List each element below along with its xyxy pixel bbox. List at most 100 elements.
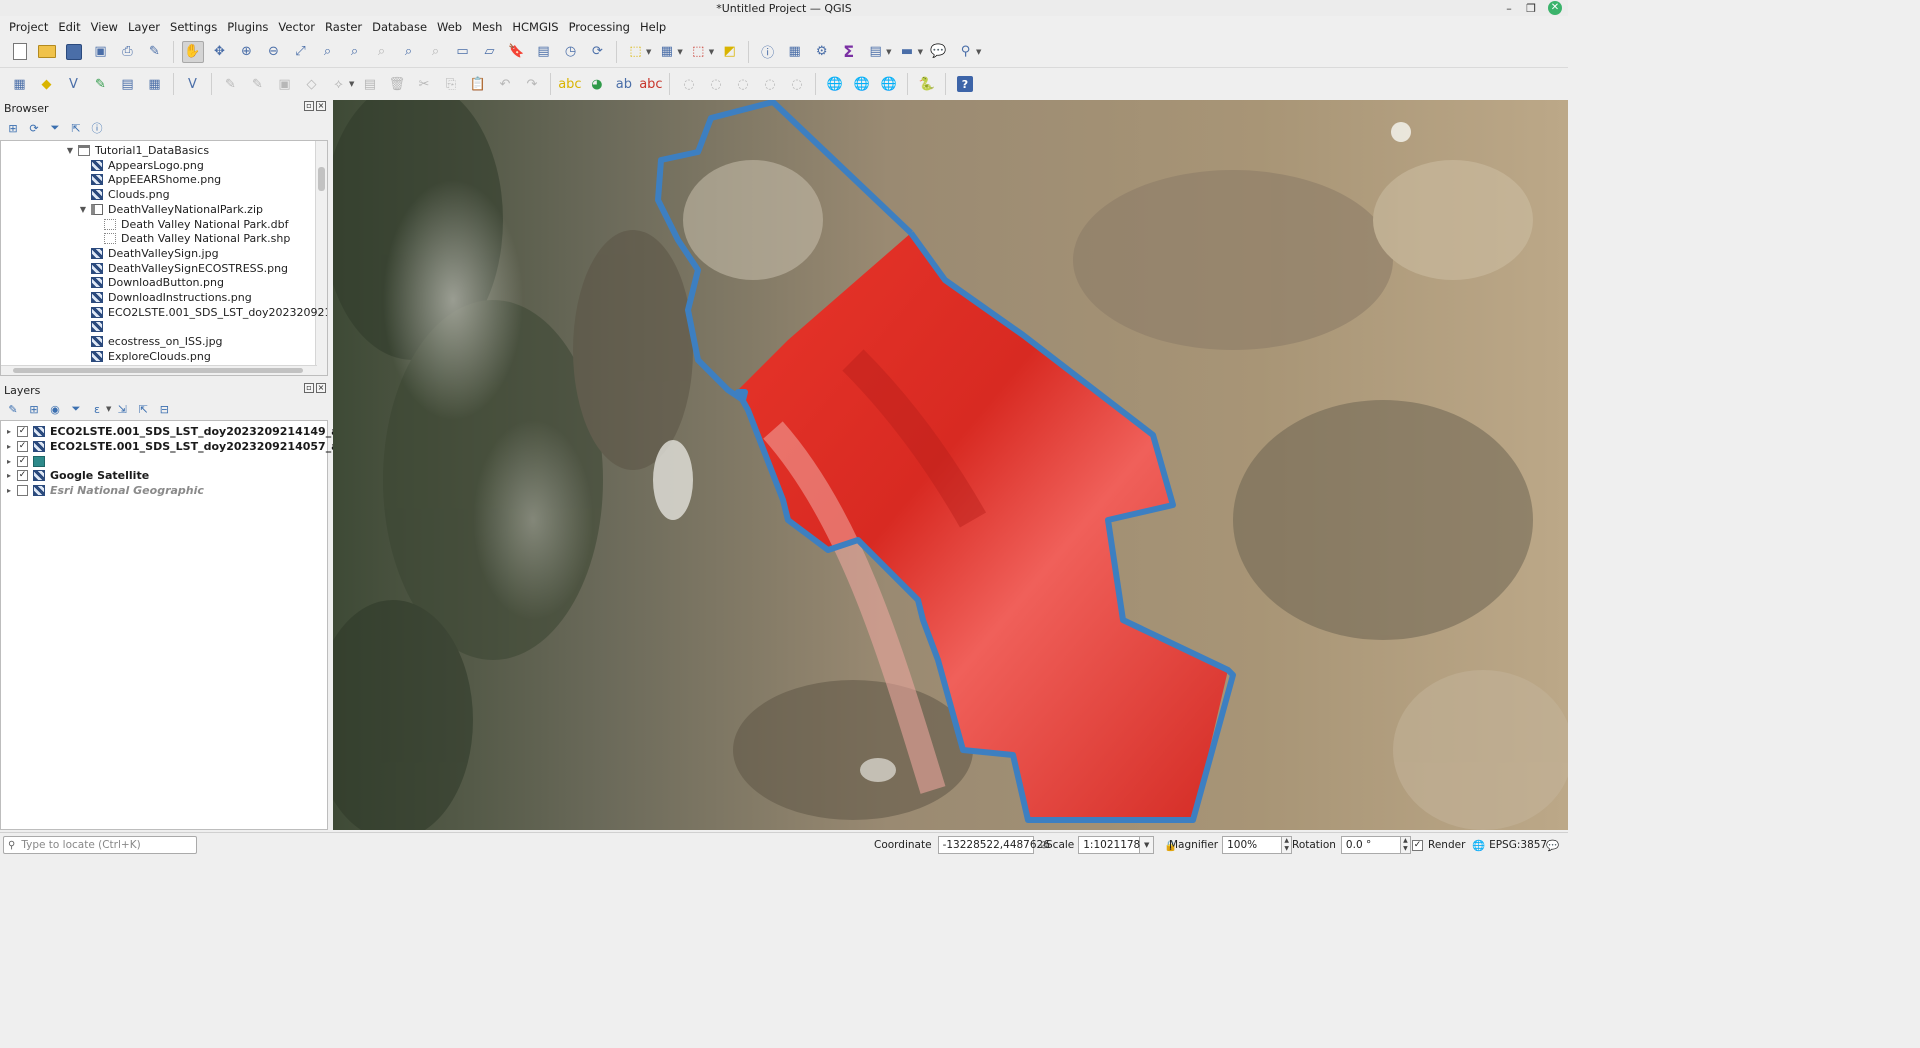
python-console-icon[interactable]: 🐍 (916, 73, 938, 95)
browser-item[interactable] (78, 319, 108, 334)
refresh-icon[interactable]: ⟳ (587, 41, 609, 63)
copy-features-icon[interactable]: ⎘ (440, 73, 462, 95)
digitize-icon[interactable]: V (182, 73, 204, 95)
modify-attributes-icon[interactable]: ▤ (359, 73, 381, 95)
close-panel-icon[interactable]: × (316, 101, 326, 111)
new-geopackage-layer-icon[interactable]: ◆ (36, 73, 58, 95)
browser-item[interactable]: DeathValleySignECOSTRESS.png (78, 261, 288, 276)
chevron-down-icon[interactable]: ▼ (349, 80, 354, 88)
new-shapefile-layer-icon[interactable]: V (63, 73, 85, 95)
layer-visibility-checkbox[interactable]: ✓ (17, 470, 28, 482)
layer-visibility-checkbox[interactable]: ✓ (17, 440, 28, 452)
layer-visibility-checkbox[interactable]: ✓ (17, 455, 28, 467)
print-layout-icon[interactable]: ⎙ (117, 41, 139, 63)
browser-item[interactable]: AppearsLogo.png (78, 158, 204, 173)
menu-settings[interactable]: Settings (165, 20, 222, 34)
redo-icon[interactable]: ↷ (521, 73, 543, 95)
label-layer-icon[interactable]: abc (558, 73, 581, 95)
pin-labels-icon[interactable]: ◌ (678, 73, 700, 95)
magnifier-field[interactable]: 100% (1222, 836, 1283, 854)
add-wms-layer-icon[interactable]: 🌐 (824, 73, 846, 95)
menu-layer[interactable]: Layer (123, 20, 165, 34)
highlight-pinned-labels-icon[interactable]: ab (613, 73, 635, 95)
rotate-label-icon[interactable]: ◌ (759, 73, 781, 95)
layers-tree[interactable]: ▸ ✓ ECO2LSTE.001_SDS_LST_doy2023209214149_… (0, 420, 381, 830)
browser-item[interactable]: DownloadInstructions.png (78, 290, 252, 305)
zoom-last-icon[interactable]: ⌕ (398, 41, 420, 63)
zoom-full-icon[interactable]: ⤢ (290, 41, 312, 63)
zoom-out-icon[interactable]: ⊖ (263, 41, 285, 63)
menu-web[interactable]: Web (432, 20, 467, 34)
measure-line-icon[interactable]: ▬ (896, 41, 918, 63)
current-edits-icon[interactable]: ✎ (220, 73, 242, 95)
browser-item[interactable]: ECO2LSTE.001_SDS_LST_doy20232092140 (78, 305, 327, 320)
crs-group[interactable]: 🌐 EPSG:3857 (1472, 836, 1547, 854)
layer-row[interactable]: ▸ Esri National Geographic (1, 483, 204, 498)
scale-field[interactable]: 1:1021178 (1078, 836, 1141, 854)
remove-layer-icon[interactable]: ⊟ (155, 400, 173, 418)
browser-item[interactable]: DownloadButton.png (78, 275, 224, 290)
float-panel-icon[interactable]: ▫ (304, 383, 314, 393)
magnifier-stepper[interactable]: ▲ ▼ (1282, 836, 1293, 854)
field-calculator-icon[interactable]: ▤ (865, 41, 887, 63)
browser-item[interactable]: Clouds.png (78, 187, 170, 202)
menu-edit[interactable]: Edit (53, 20, 85, 34)
new-bookmark-icon[interactable]: 🔖 (506, 41, 528, 63)
map-canvas[interactable] (333, 100, 1568, 830)
move-label-icon[interactable]: ◌ (732, 73, 754, 95)
rotation-stepper[interactable]: ▲ ▼ (1400, 836, 1411, 854)
maximize-icon[interactable]: ❐ (1520, 2, 1542, 15)
new-spatialite-layer-icon[interactable]: ✎ (90, 73, 112, 95)
add-wcs-layer-icon[interactable]: 🌐 (878, 73, 900, 95)
add-wfs-layer-icon[interactable]: 🌐 (851, 73, 873, 95)
filter-by-expression-icon[interactable]: ε (88, 400, 106, 418)
expand-arrow-icon[interactable]: ▸ (4, 457, 14, 466)
layer-visibility-checkbox[interactable] (17, 485, 28, 497)
locator-filter-icon[interactable]: ⚲ (954, 41, 976, 63)
menu-mesh[interactable]: Mesh (467, 20, 507, 34)
menu-hcmgis[interactable]: HCMGIS (507, 20, 563, 34)
float-panel-icon[interactable]: ▫ (304, 101, 314, 111)
toggle-editing-icon[interactable]: ✎ (247, 73, 269, 95)
browser-item[interactable]: ▼ DeathValleyNationalPark.zip (78, 202, 263, 217)
horizontal-scrollbar[interactable] (1, 365, 317, 375)
filter-legend-icon[interactable]: ⏷ (67, 400, 85, 418)
chevron-down-icon[interactable]: ▼ (677, 48, 682, 56)
help-icon[interactable]: ? (954, 73, 976, 95)
render-checkbox[interactable]: ✓ (1412, 839, 1423, 851)
menu-project[interactable]: Project (4, 20, 53, 34)
menu-processing[interactable]: Processing (564, 20, 635, 34)
expand-arrow-icon[interactable]: ▸ (4, 486, 14, 495)
zoom-to-layer-icon[interactable]: ⌕ (344, 41, 366, 63)
menu-database[interactable]: Database (367, 20, 432, 34)
collapse-all-icon[interactable]: ⇱ (134, 400, 152, 418)
zoom-to-selection-icon[interactable]: ⌕ (317, 41, 339, 63)
layer-row[interactable]: ▸ ✓ Google Satellite (1, 468, 149, 483)
manage-map-themes-icon[interactable]: ◉ (46, 400, 64, 418)
add-selected-layers-icon[interactable]: ⊞ (4, 119, 22, 137)
change-label-icon[interactable]: ◌ (786, 73, 808, 95)
refresh-icon[interactable]: ⟳ (25, 119, 43, 137)
rotation-field[interactable]: 0.0 ° (1340, 836, 1401, 854)
filter-icon[interactable]: ⏷ (46, 119, 64, 137)
open-layer-styling-icon[interactable]: ✎ (4, 400, 22, 418)
browser-item[interactable]: ▼ Tutorial1_DataBasics (65, 143, 209, 158)
save-as-icon[interactable]: ▣ (90, 41, 112, 63)
show-bookmarks-icon[interactable]: ▤ (533, 41, 555, 63)
browser-item[interactable]: ecostress_on_ISS.jpg (78, 334, 223, 349)
chevron-down-icon[interactable]: ▼ (976, 48, 981, 56)
add-group-icon[interactable]: ⊞ (25, 400, 43, 418)
messages-icon[interactable]: 💬 (1546, 836, 1559, 854)
zoom-next-icon[interactable]: ⌕ (425, 41, 447, 63)
browser-item[interactable]: ExploreClouds.png (78, 349, 211, 364)
deselect-icon[interactable]: ⬚ (687, 41, 709, 63)
new-map-view-icon[interactable]: ▭ (452, 41, 474, 63)
layer-row[interactable]: ▸ ✓ ECO2LSTE.001_SDS_LST_doy2023209214149_… (1, 424, 381, 439)
menu-raster[interactable]: Raster (320, 20, 367, 34)
expand-all-icon[interactable]: ⇲ (113, 400, 131, 418)
menu-view[interactable]: View (86, 20, 123, 34)
processing-toolbox-icon[interactable]: ⚙ (811, 41, 833, 63)
select-location-icon[interactable]: ◩ (719, 41, 741, 63)
identify-features-icon[interactable]: ⓘ (757, 41, 779, 63)
scrollbar-thumb[interactable] (318, 167, 325, 191)
